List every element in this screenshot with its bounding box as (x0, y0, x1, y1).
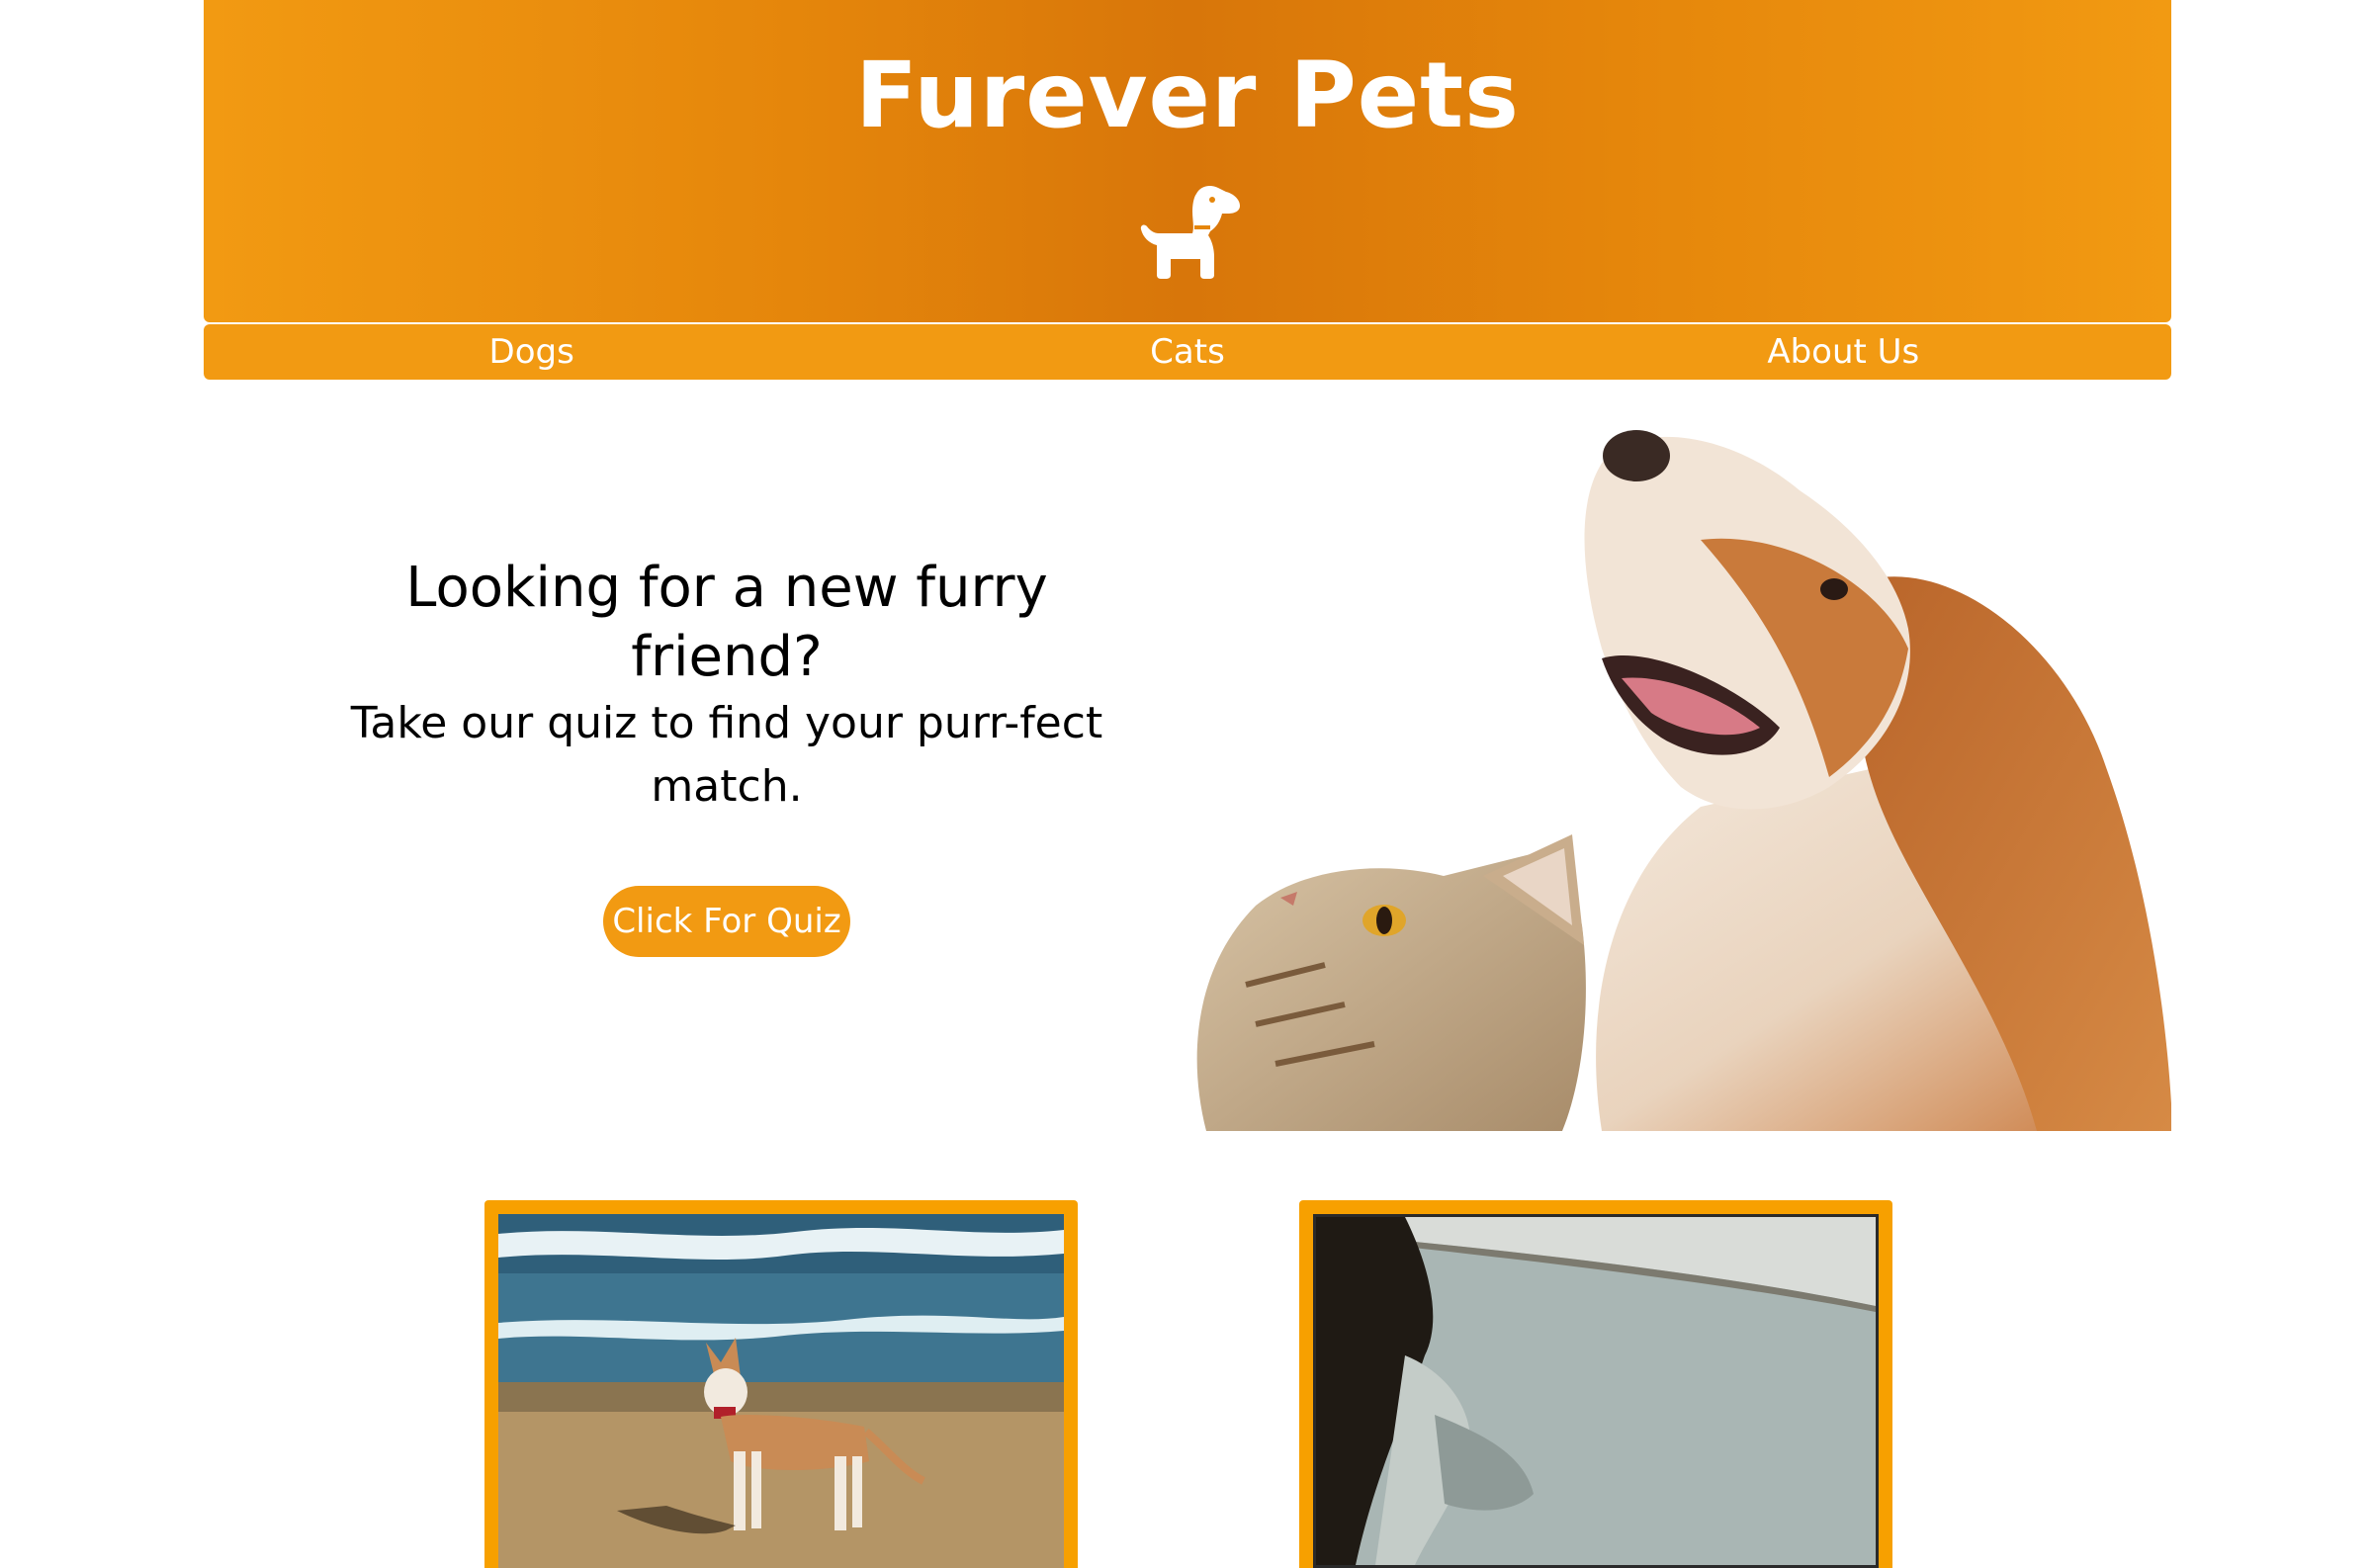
site-header: Furever Pets (204, 0, 2171, 322)
hero-text: Looking for a new furry friend? Take our… (326, 554, 1127, 819)
hero-pets-illustration (1196, 430, 2171, 1131)
cat-photo-illustration (1316, 1217, 1876, 1565)
hero-pets-image (1186, 411, 2171, 1131)
dog-icon (1140, 186, 1240, 279)
nav-item-cats[interactable]: Cats (859, 324, 1515, 380)
dog-beach-photo (498, 1214, 1064, 1568)
site-title: Furever Pets (855, 43, 1520, 148)
dog-beach-illustration (498, 1214, 1064, 1568)
hero-subheading: Take our quiz to find your purr-fect mat… (350, 698, 1103, 812)
hero-heading: Looking for a new furry friend? (405, 556, 1048, 689)
pet-card-dog[interactable] (484, 1200, 1078, 1568)
nav-item-about-us[interactable]: About Us (1516, 324, 2171, 380)
quiz-button[interactable]: Click For Quiz (603, 886, 850, 957)
pet-card-cat[interactable] (1299, 1200, 1892, 1568)
main-nav: Dogs Cats About Us (204, 324, 2171, 380)
cat-photo (1313, 1214, 1879, 1568)
nav-item-dogs[interactable]: Dogs (204, 324, 859, 380)
page: Furever Pets Dogs Cats About Us Looking … (0, 0, 2373, 1568)
